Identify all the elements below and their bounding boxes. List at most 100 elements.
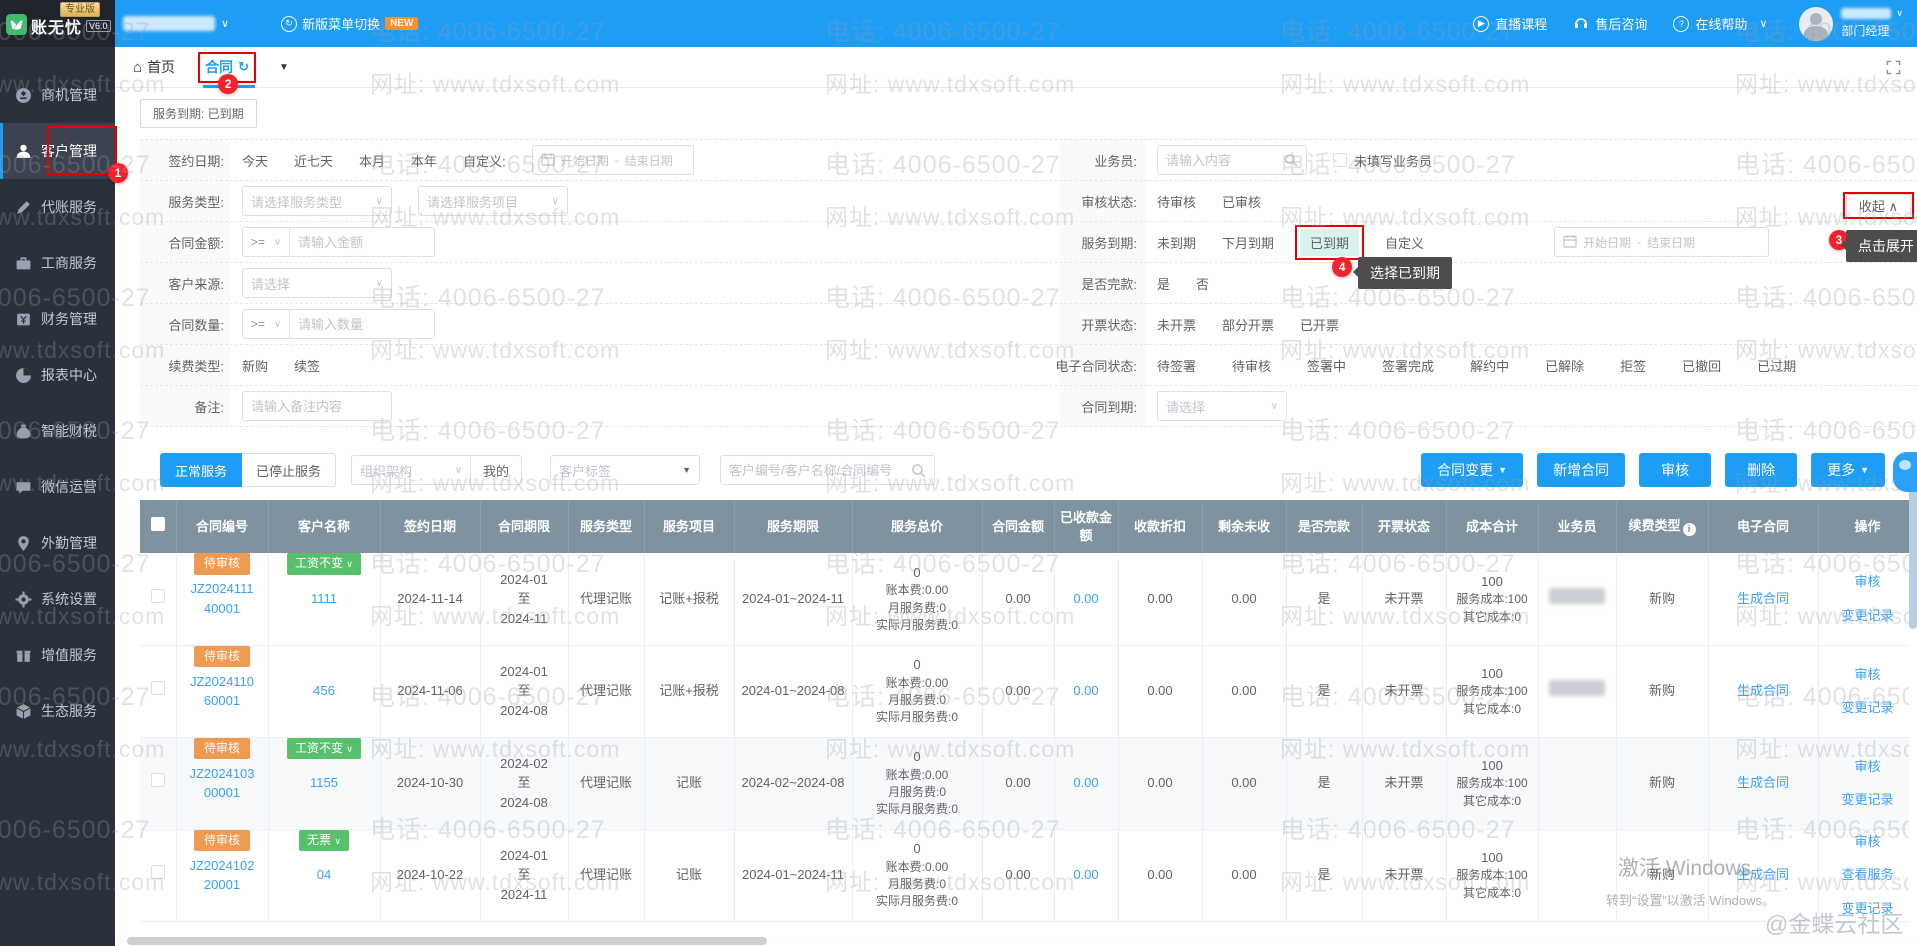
filter-option-签署中[interactable]: 签署中 xyxy=(1307,356,1346,375)
filter-option-已解除[interactable]: 已解除 xyxy=(1545,356,1584,375)
sidebar-item-客户管理[interactable]: 客户管理1 xyxy=(0,123,115,179)
sidebar-item-工商服务[interactable]: 工商服务 xyxy=(0,235,115,291)
customer-link[interactable]: 1155 xyxy=(310,775,338,790)
live-course-link[interactable]: ▶直播课程 xyxy=(1473,14,1547,33)
customer-link[interactable]: 1111 xyxy=(311,591,337,606)
online-help-link[interactable]: ?在线帮助∨ xyxy=(1673,14,1773,33)
org-select[interactable]: 组织架构∨ xyxy=(351,455,471,485)
new-contract-button[interactable]: 新增合同 xyxy=(1537,453,1625,487)
filter-option-是[interactable]: 是 xyxy=(1157,274,1170,293)
audit-button[interactable]: 审核 xyxy=(1639,453,1711,487)
filter-option-新购[interactable]: 新购 xyxy=(242,356,268,375)
tab-stopped-service[interactable]: 已停止服务 xyxy=(242,453,336,487)
received-amount-link[interactable]: 0.00 xyxy=(1073,775,1098,790)
count-input[interactable] xyxy=(298,317,426,332)
fullscreen-icon[interactable] xyxy=(1886,60,1901,78)
end-date-placeholder[interactable]: 结束日期 xyxy=(625,152,673,169)
generate-contract-link[interactable]: 生成合同 xyxy=(1737,867,1789,882)
contract-no-link[interactable]: JZ202410300001 xyxy=(189,764,255,803)
action-link-查看服务[interactable]: 查看服务 xyxy=(1841,865,1893,885)
customer-tag-badge[interactable]: 工资不变 ∨ xyxy=(287,553,361,575)
after-sales-link[interactable]: 售后咨询 xyxy=(1573,14,1647,33)
company-dropdown-caret[interactable]: ∨ xyxy=(221,17,229,30)
sidebar-item-增值服务[interactable]: 增值服务 xyxy=(0,627,115,683)
sidebar-item-财务管理[interactable]: 财务管理 xyxy=(0,291,115,347)
end-date-placeholder[interactable]: 结束日期 xyxy=(1647,234,1695,251)
customer-source-select[interactable]: 请选择∨ xyxy=(242,268,392,298)
no-salesperson-checkbox[interactable]: 未填写业务员 xyxy=(1333,151,1432,170)
tab-contract[interactable]: 合同 ↻ 2 xyxy=(205,47,249,88)
menu-switch[interactable]: ↻ 新版菜单切换 NEW xyxy=(281,14,418,33)
filter-option-本月[interactable]: 本月 xyxy=(359,151,385,170)
company-name-redacted[interactable] xyxy=(123,16,215,31)
filter-option-续签[interactable]: 续签 xyxy=(294,356,320,375)
search-icon[interactable] xyxy=(1284,153,1298,167)
row-checkbox[interactable] xyxy=(151,589,165,603)
customer-tag-badge[interactable]: 工资不变 ∨ xyxy=(287,738,361,760)
hscrollbar-thumb[interactable] xyxy=(127,937,767,945)
action-link-审核[interactable]: 审核 xyxy=(1854,832,1880,852)
filter-option-已到期[interactable]: 已到期4选择已到期 xyxy=(1300,229,1359,256)
generate-contract-link[interactable]: 生成合同 xyxy=(1737,591,1789,606)
row-checkbox[interactable] xyxy=(151,681,165,695)
sidebar-item-系统设置[interactable]: 系统设置 xyxy=(0,571,115,627)
scrollbar-thumb[interactable] xyxy=(1909,489,1917,629)
vertical-scrollbar[interactable] xyxy=(1909,489,1917,946)
filter-option-已撤回[interactable]: 已撤回 xyxy=(1682,356,1721,375)
mine-button[interactable]: 我的 xyxy=(471,455,522,485)
customer-tag-select[interactable]: 客户标签▼ xyxy=(550,455,700,485)
header-select-all[interactable] xyxy=(140,500,176,553)
select-all-checkbox[interactable] xyxy=(151,517,165,531)
received-amount-link[interactable]: 0.00 xyxy=(1073,591,1098,606)
service-type-select[interactable]: 请选择服务类型∨ xyxy=(242,186,392,216)
filter-option-自定义[interactable]: 自定义 xyxy=(1385,233,1424,252)
filter-option-待审核[interactable]: 待审核 xyxy=(1232,356,1271,375)
action-link-审核[interactable]: 审核 xyxy=(1854,665,1880,685)
sidebar-item-代账服务[interactable]: 代账服务 xyxy=(0,179,115,235)
sidebar-item-外勤管理[interactable]: 外勤管理 xyxy=(0,515,115,571)
tabs-dropdown-caret[interactable]: ▼ xyxy=(279,62,289,73)
contract-change-button[interactable]: 合同变更▼ xyxy=(1421,453,1523,487)
service-due-date-range[interactable]: 开始日期 - 结束日期 xyxy=(1554,227,1769,257)
collapse-button[interactable]: 收起 ∧ xyxy=(1846,194,1911,219)
toolbar-search-input[interactable] xyxy=(729,463,905,478)
filter-option-解约中[interactable]: 解约中 xyxy=(1470,356,1509,375)
sidebar-item-商机管理[interactable]: 商机管理 xyxy=(0,67,115,123)
contract-no-link[interactable]: JZ202410220001 xyxy=(189,856,255,895)
generate-contract-link[interactable]: 生成合同 xyxy=(1737,775,1789,790)
sign-date-range[interactable]: 开始日期 - 结束日期 xyxy=(532,145,694,175)
delete-button[interactable]: 删除 xyxy=(1725,453,1797,487)
filter-option-签署完成[interactable]: 签署完成 xyxy=(1382,356,1434,375)
filter-option-近七天[interactable]: 近七天 xyxy=(294,151,333,170)
filter-option-已审核[interactable]: 已审核 xyxy=(1222,192,1261,211)
checkbox-icon[interactable] xyxy=(1333,153,1347,167)
received-amount-link[interactable]: 0.00 xyxy=(1073,867,1098,882)
tab-home[interactable]: ⌂首页 xyxy=(133,47,175,88)
filter-option-部分开票[interactable]: 部分开票 xyxy=(1222,315,1274,334)
customer-link[interactable]: 04 xyxy=(317,867,331,882)
action-link-审核[interactable]: 审核 xyxy=(1854,572,1880,592)
customer-link[interactable]: 456 xyxy=(313,683,335,698)
filter-option-自定义:[interactable]: 自定义: xyxy=(463,151,506,170)
filter-option-今天[interactable]: 今天 xyxy=(242,151,268,170)
refresh-icon[interactable]: ↻ xyxy=(238,59,249,75)
salesperson-input[interactable] xyxy=(1166,153,1278,168)
filter-tag[interactable]: 服务到期: 已到期 xyxy=(140,99,257,128)
filter-option-已过期[interactable]: 已过期 xyxy=(1757,356,1796,375)
sidebar-item-生态服务[interactable]: 生态服务 xyxy=(0,683,115,739)
contract-due-select[interactable]: 请选择∨ xyxy=(1157,391,1287,421)
generate-contract-link[interactable]: 生成合同 xyxy=(1737,683,1789,698)
filter-option-已开票[interactable]: 已开票 xyxy=(1300,315,1339,334)
row-checkbox[interactable] xyxy=(151,773,165,787)
action-link-变更记录[interactable]: 变更记录 xyxy=(1841,790,1893,810)
row-checkbox[interactable] xyxy=(151,865,165,879)
action-link-变更记录[interactable]: 变更记录 xyxy=(1841,698,1893,718)
start-date-placeholder[interactable]: 开始日期 xyxy=(561,152,609,169)
action-link-变更记录[interactable]: 变更记录 xyxy=(1841,606,1893,626)
filter-option-未到期[interactable]: 未到期 xyxy=(1157,233,1196,252)
action-link-变更记录[interactable]: 变更记录 xyxy=(1841,899,1893,919)
assistant-mascot-icon[interactable] xyxy=(1893,452,1917,492)
start-date-placeholder[interactable]: 开始日期 xyxy=(1583,234,1631,251)
horizontal-scrollbar[interactable] xyxy=(115,936,1917,946)
filter-option-否[interactable]: 否 xyxy=(1196,274,1209,293)
